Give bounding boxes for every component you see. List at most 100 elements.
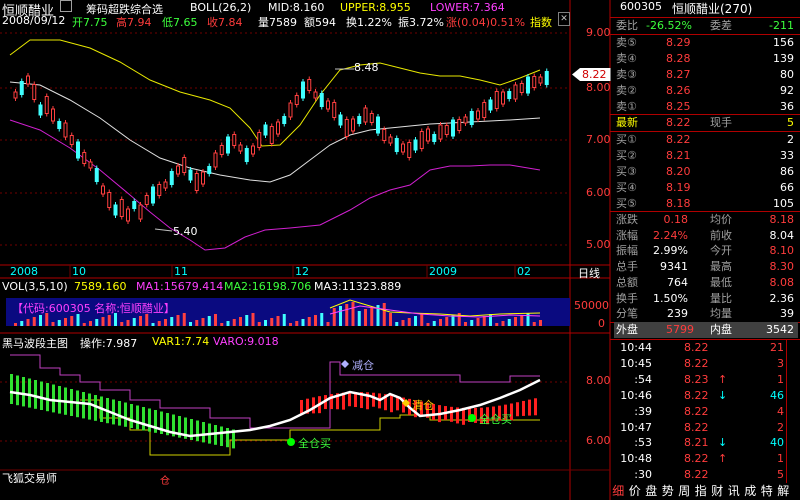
header-low: 低7.65 xyxy=(162,16,198,29)
candle-body xyxy=(101,185,105,195)
volume-bar xyxy=(470,320,474,326)
tab-3[interactable]: 势 xyxy=(660,483,677,500)
tab-2[interactable]: 盘 xyxy=(643,483,660,500)
volume-bar xyxy=(257,322,261,326)
candle-body xyxy=(244,148,249,162)
tick-price: 8.21 xyxy=(684,436,709,450)
date-axis-2009: 2009 xyxy=(429,265,457,278)
header-open: 开7.75 xyxy=(72,16,108,29)
tab-10[interactable]: 解 xyxy=(775,483,792,500)
tab-1[interactable]: 价 xyxy=(627,483,644,500)
histogram-bar-green xyxy=(16,375,19,406)
histogram-bar-red xyxy=(372,392,375,407)
histogram-bar-red xyxy=(516,402,519,417)
candle-body xyxy=(257,132,262,148)
volume-bar xyxy=(520,315,524,326)
tab-4[interactable]: 周 xyxy=(676,483,693,500)
tab-0[interactable]: 细 xyxy=(610,483,627,500)
tab-5[interactable]: 指 xyxy=(693,483,710,500)
stat-value-2: 39 xyxy=(780,307,794,321)
date-axis-12: 12 xyxy=(295,265,309,278)
candle-body xyxy=(76,141,80,159)
tab-8[interactable]: 成 xyxy=(742,483,759,500)
tick-time: :39 xyxy=(634,404,652,418)
histogram-bar-green xyxy=(22,377,25,407)
tab-6[interactable]: 财 xyxy=(709,483,726,500)
volume-bar xyxy=(195,320,199,326)
histogram-bar-green xyxy=(202,422,205,443)
candle-body xyxy=(426,128,430,142)
candle-body xyxy=(207,166,212,174)
sell-row-5: 卖⑤ 8.29 156 xyxy=(614,35,798,51)
date-axis-2008: 2008 xyxy=(10,265,38,278)
ticks-scrollbar[interactable] xyxy=(786,340,799,483)
vol-ma1: MA1:15679.414 xyxy=(136,280,224,293)
tab-7[interactable]: 讯 xyxy=(726,483,743,500)
volume-bar xyxy=(432,321,436,326)
inner-label: 内盘 xyxy=(710,323,732,336)
tick-time: :54 xyxy=(634,372,652,386)
volume-bar xyxy=(507,319,511,326)
buy-row-2: 买② 8.21 33 xyxy=(614,148,798,164)
histogram-bar-green xyxy=(130,404,133,428)
candle-body xyxy=(519,83,524,93)
sell-volume: 156 xyxy=(773,36,794,49)
sell-volume: 92 xyxy=(780,84,794,97)
stock-select-box[interactable] xyxy=(60,0,72,12)
candle-body xyxy=(232,134,237,146)
candle-body xyxy=(301,81,305,99)
sell-label: 卖③ xyxy=(616,68,637,81)
volume-bar xyxy=(164,319,167,326)
candle-body xyxy=(357,116,362,124)
stat-label-1: 涨幅 xyxy=(616,228,638,242)
histogram-bar-red xyxy=(312,397,315,414)
sell-row-4: 卖④ 8.28 139 xyxy=(614,51,798,67)
histogram-bar-red xyxy=(522,400,525,416)
close-icon[interactable]: ✕ xyxy=(558,12,570,26)
tab-9[interactable]: 特 xyxy=(759,483,776,500)
tick-volume: 3 xyxy=(777,356,784,370)
volume-bar xyxy=(539,320,542,326)
candle-body xyxy=(401,143,405,153)
candle-body xyxy=(51,108,55,122)
stat-label-1: 分笔 xyxy=(616,307,638,321)
histogram-bar-green xyxy=(52,384,55,413)
high-mark-label: 8.48 xyxy=(354,61,379,74)
stat-value-2: 8.18 xyxy=(769,213,795,226)
histogram-bar-red xyxy=(534,398,537,416)
tick-volume: 2 xyxy=(777,420,784,434)
buy-volume: 105 xyxy=(773,197,794,210)
outer-value: 5799 xyxy=(666,323,694,336)
volume-bar xyxy=(395,322,399,326)
candle-body xyxy=(38,104,43,116)
stat-label-2: 最高 xyxy=(710,260,732,274)
reduce-label: 减仓 xyxy=(352,359,374,372)
candle-body xyxy=(332,102,337,118)
histogram-bar-green xyxy=(142,407,145,431)
candle-body xyxy=(488,99,493,111)
volume-bar xyxy=(514,317,517,326)
period-label[interactable]: 日线 xyxy=(578,265,600,281)
volume-bar xyxy=(289,323,292,326)
stat-value-1: 764 xyxy=(667,275,688,289)
volume-bar xyxy=(451,315,455,326)
candle-body xyxy=(513,84,518,100)
volume-bar xyxy=(220,323,224,326)
candle-body xyxy=(219,145,224,155)
price-axis-6: 6.00 xyxy=(586,186,611,199)
buy-price: 8.18 xyxy=(666,197,691,210)
tick-price: 8.23 xyxy=(684,372,709,386)
candle-body xyxy=(269,126,274,144)
histogram-bar-green xyxy=(28,378,31,408)
histogram-bar-green xyxy=(226,428,229,448)
candle-body xyxy=(432,134,437,142)
sell-volume: 36 xyxy=(780,100,794,113)
histogram-bar-green xyxy=(154,410,157,433)
vol-ma2: MA2:16198.706 xyxy=(224,280,312,293)
volume-bar xyxy=(14,323,17,326)
index-button[interactable]: 指数 xyxy=(530,14,552,30)
buy-volume: 66 xyxy=(780,181,794,194)
sell-row-2: 卖② 8.26 92 xyxy=(614,83,798,99)
volume-bar xyxy=(132,318,136,326)
tick-row: 10:46 8.22 ↓ 46 xyxy=(614,388,798,404)
